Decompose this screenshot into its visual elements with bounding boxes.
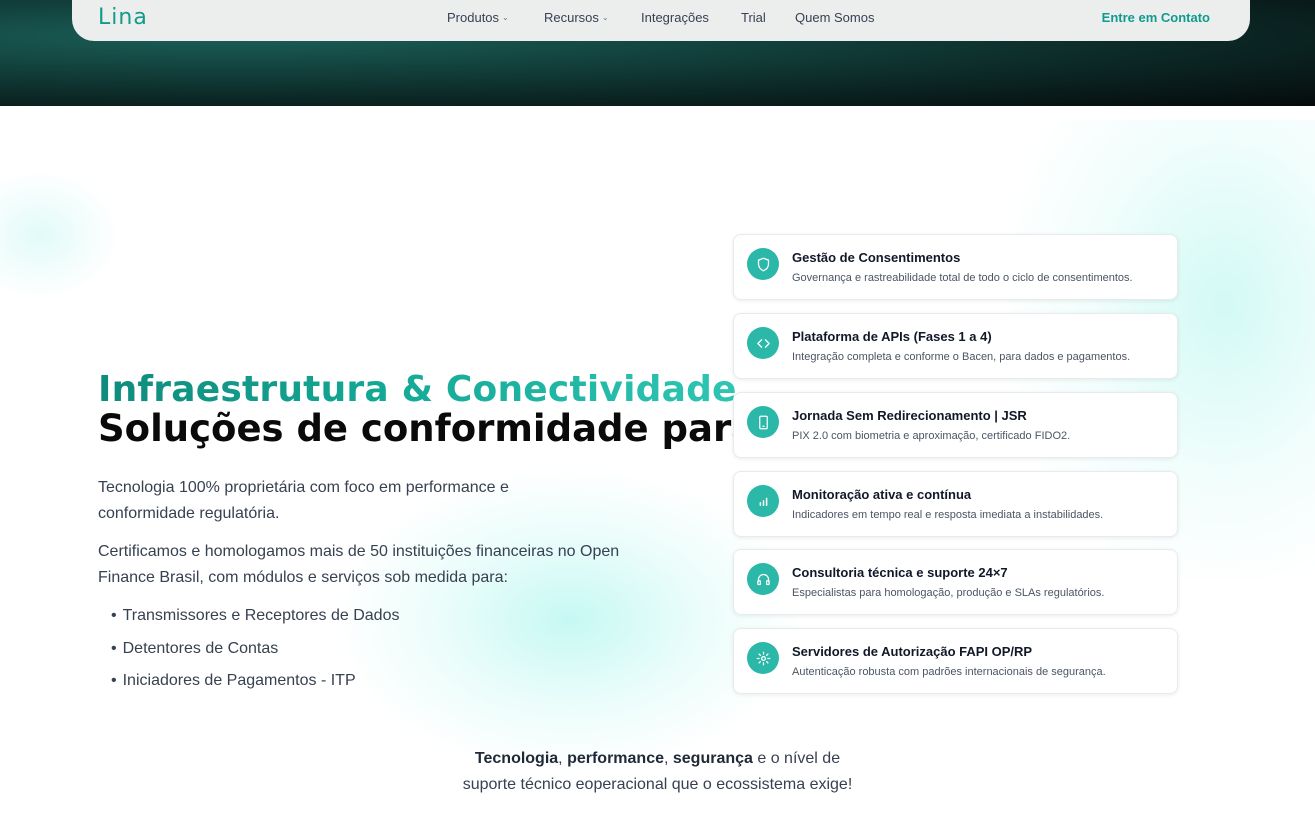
contact-button[interactable]: Entre em Contato <box>1102 10 1210 25</box>
feature-card-consent[interactable]: Gestão de Consentimentos Governança e ra… <box>733 234 1178 300</box>
list-item: • Detentores de Contas <box>111 639 279 657</box>
feature-card-support[interactable]: Consultoria técnica e suporte 24×7 Espec… <box>733 549 1178 615</box>
feature-card-fapi[interactable]: Servidores de Autorização FAPI OP/RP Aut… <box>733 628 1178 694</box>
chevron-down-icon: ⌄ <box>601 13 609 22</box>
list-item: • Transmissores e Receptores de Dados <box>111 607 400 624</box>
tagline: Tecnologia, performance, segurança e o n… <box>0 746 1315 798</box>
hero-paragraph: Certificamos e homologamos mais de 50 in… <box>98 543 620 586</box>
headphones-icon <box>747 563 779 595</box>
feature-description: Integração completa e conforme o Bacen, … <box>792 351 1131 363</box>
feature-title: Gestão de Consentimentos <box>792 250 961 265</box>
feature-description: Autenticação robusta com padrões interna… <box>792 666 1106 678</box>
code-icon <box>747 327 779 359</box>
nav-item-quem-somos[interactable]: Quem Somos <box>795 10 874 25</box>
tagline-line-1: Tecnologia, performance, segurança e o n… <box>474 750 841 767</box>
hero-paragraph: Tecnologia 100% proprietária com foco em… <box>98 479 509 522</box>
feature-description: Indicadores em tempo real e resposta ime… <box>792 509 1104 521</box>
tagline-line-2: suporte técnico eoperacional que o ecoss… <box>462 776 853 793</box>
feature-title: Plataforma de APIs (Fases 1 a 4) <box>792 329 992 344</box>
feature-card-monitoring[interactable]: Monitoração ativa e contínua Indicadores… <box>733 471 1178 537</box>
feature-title: Servidores de Autorização FAPI OP/RP <box>792 644 1033 659</box>
feature-title: Jornada Sem Redirecionamento | JSR <box>792 408 1027 423</box>
shield-icon <box>747 248 779 280</box>
navbar: Lina Produtos ⌄ Recursos ⌄ Integrações T… <box>72 0 1250 41</box>
nav-item-label: Produtos <box>447 10 500 25</box>
feature-description: Especialistas para homologação, produção… <box>792 587 1105 599</box>
feature-title: Consultoria técnica e suporte 24×7 <box>792 565 1008 580</box>
background-glow <box>0 170 120 300</box>
nav-links: Produtos ⌄ Recursos ⌄ Integrações Trial … <box>447 10 874 25</box>
audience-list: • Transmissores e Receptores de Dados • De… <box>111 603 399 701</box>
feature-title: Monitoração ativa e contínua <box>792 487 972 502</box>
list-item: • Iniciadores de Pagamentos - ITP <box>111 672 356 689</box>
feature-description: PIX 2.0 com biometria e aproximação, cer… <box>792 430 1071 442</box>
nav-item-recursos[interactable]: Recursos ⌄ <box>544 10 641 25</box>
feature-description: Governança e rastreabilidade total de to… <box>792 272 1133 284</box>
smartphone-icon <box>747 406 779 438</box>
nav-item-label: Recursos <box>544 10 599 25</box>
chevron-down-icon: ⌄ <box>502 13 509 22</box>
hero-title: Soluções de conformidade para <box>98 407 757 450</box>
hero-title-highlight: Infraestrutura & Conectividade <box>98 369 737 410</box>
nav-item-integracoes[interactable]: Integrações <box>641 10 741 25</box>
bar-chart-icon <box>747 485 779 517</box>
feature-card-apis[interactable]: Plataforma de APIs (Fases 1 a 4) Integra… <box>733 313 1178 379</box>
nav-item-trial[interactable]: Trial <box>741 10 795 25</box>
logo[interactable]: Lina <box>98 5 148 30</box>
gear-icon <box>747 642 779 674</box>
feature-card-jsr[interactable]: Jornada Sem Redirecionamento | JSR PIX 2… <box>733 392 1178 458</box>
nav-item-produtos[interactable]: Produtos ⌄ <box>447 10 544 25</box>
